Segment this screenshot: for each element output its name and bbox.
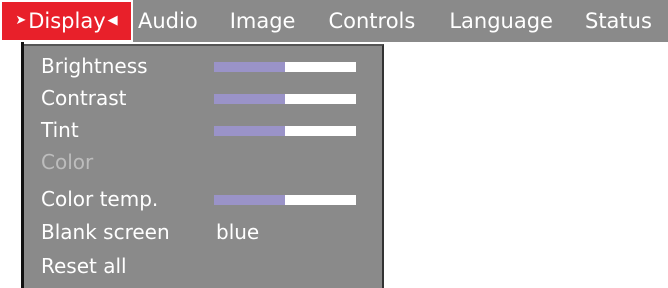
slider-fill [214, 195, 285, 205]
menu-item-label: Reset all [41, 254, 127, 278]
menu-item-label: Blank screen [41, 220, 170, 244]
tab-display-label: Display [28, 9, 106, 33]
slider-fill [214, 126, 285, 136]
menu-item-blank-screen[interactable]: Blank screen blue [41, 217, 381, 247]
contrast-slider[interactable] [214, 94, 356, 104]
tab-language[interactable]: Language [449, 0, 553, 42]
tab-image[interactable]: Image [230, 0, 296, 42]
blank-screen-value[interactable]: blue [216, 217, 259, 247]
menu-item-label: Color [41, 150, 94, 174]
tab-status[interactable]: Status [585, 0, 652, 42]
menu-item-label: Brightness [41, 54, 148, 78]
right-arrow-icon: ➤ [15, 13, 27, 28]
menu-bar: ➤ Display ◀ Audio Image Controls Languag… [0, 0, 668, 42]
menu-item-label: Color temp. [41, 187, 159, 211]
menu-item-tint[interactable]: Tint [41, 115, 381, 145]
slider-fill [214, 62, 285, 72]
tab-controls[interactable]: Controls [328, 0, 415, 42]
display-menu-panel: Brightness Contrast Tint Color Color tem… [24, 44, 384, 288]
menu-item-reset-all[interactable]: Reset all [41, 251, 381, 281]
menu-item-contrast[interactable]: Contrast [41, 83, 381, 113]
tint-slider[interactable] [214, 126, 356, 136]
tab-display[interactable]: ➤ Display ◀ [0, 0, 133, 42]
menu-item-color-temp[interactable]: Color temp. [41, 184, 381, 214]
menu-item-color: Color [41, 147, 381, 177]
menu-item-label: Contrast [41, 86, 127, 110]
color-temp-slider[interactable] [214, 195, 356, 205]
left-arrow-icon: ◀ [107, 13, 118, 28]
tab-audio[interactable]: Audio [138, 0, 198, 42]
slider-fill [214, 94, 285, 104]
menu-item-label: Tint [41, 118, 79, 142]
brightness-slider[interactable] [214, 62, 356, 72]
menu-item-brightness[interactable]: Brightness [41, 51, 381, 81]
